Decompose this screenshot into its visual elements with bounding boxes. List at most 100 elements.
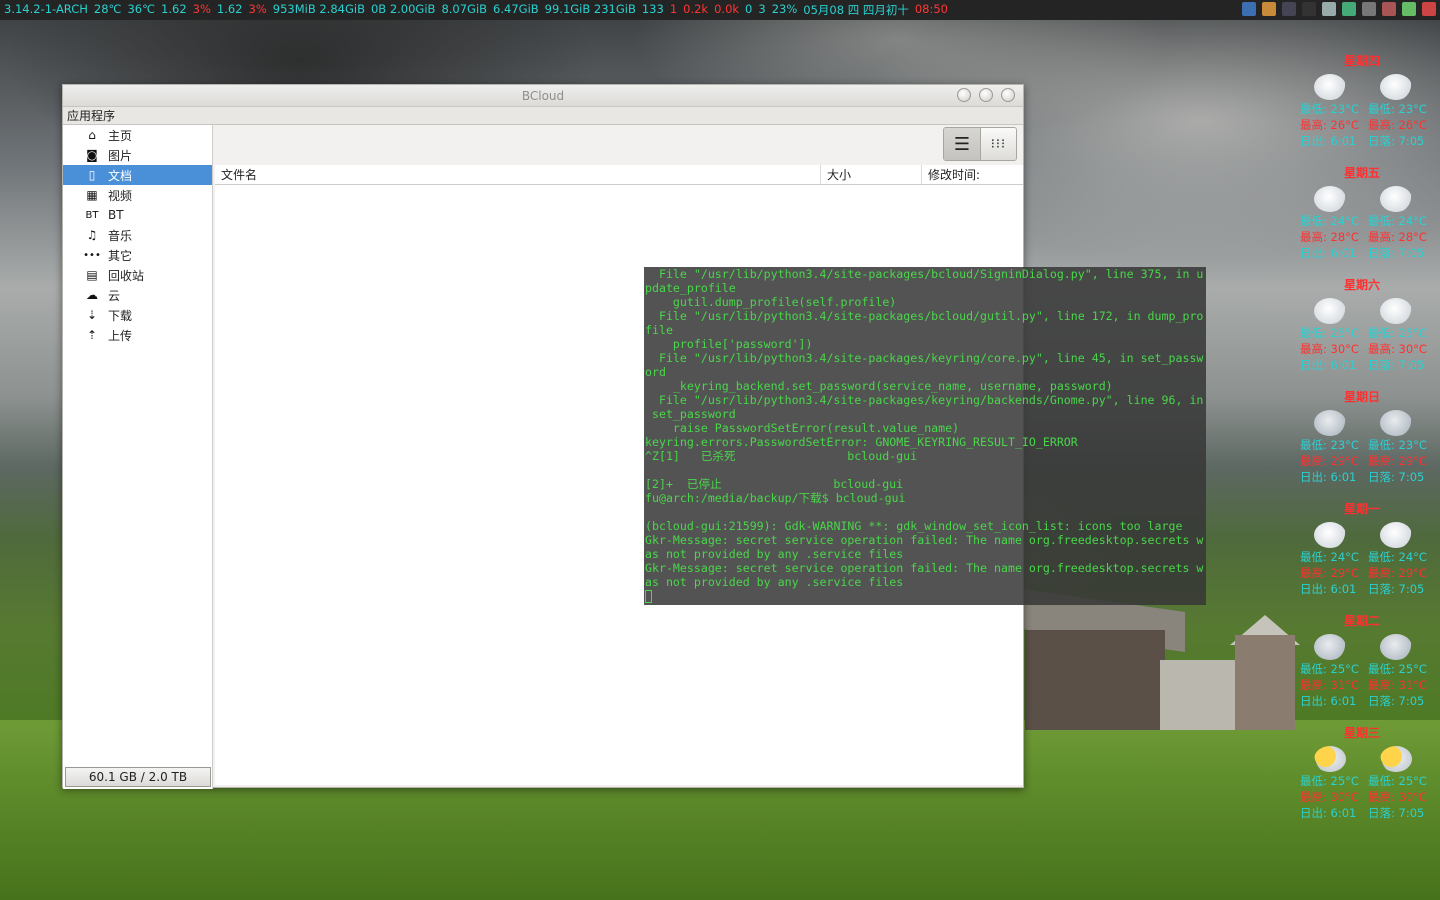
process-stat: 133 [641, 2, 664, 16]
column-name[interactable]: 文件名 [215, 165, 821, 184]
sidebar-item-cloud[interactable]: ☁ 云 [63, 285, 212, 305]
sidebar-item-upload[interactable]: ⇡ 上传 [63, 325, 212, 345]
terminal-line: keyring.errors.PasswordSetError: GNOME_K… [645, 435, 1078, 449]
tray-app-icon[interactable] [1242, 2, 1256, 16]
cloud-icon [1380, 522, 1412, 548]
grid-view-button[interactable]: ⁝⁝⁝ [980, 128, 1016, 160]
weather-sunset: 日落: 7:05 [1368, 582, 1425, 596]
terminal-line: raise PasswordSetError(result.value_name… [645, 421, 960, 435]
weather-day: 星期五 最低: 24°C 最高: 28°C 日出: 6:01 最低: 24°C 最高: 2… [1296, 164, 1436, 276]
kernel-stat: 3.14.2-1-ARCH [4, 2, 88, 16]
weather-sunrise: 日出: 6:01 [1300, 246, 1357, 260]
toolbar: ☰ ⁝⁝⁝ [215, 125, 1023, 165]
weather-sunrise: 日出: 6:01 [1300, 694, 1357, 708]
terminal-line: File "/usr/lib/python3.4/site-packages/k… [645, 393, 1204, 407]
terminal-line: file [645, 323, 673, 337]
weather-low: 最低: 25°C [1368, 662, 1427, 676]
terminal-cursor [645, 590, 652, 603]
tray-power-icon[interactable] [1422, 2, 1436, 16]
weather-sunrise: 日出: 6:01 [1300, 582, 1357, 596]
tray-recycle-icon[interactable] [1322, 2, 1336, 16]
terminal-window[interactable]: File "/usr/lib/python3.4/site-packages/b… [644, 267, 1206, 605]
cloud-icon [1314, 522, 1346, 548]
column-size[interactable]: 大小 [821, 165, 922, 184]
tray-window-icon[interactable] [1302, 2, 1316, 16]
tray-update-icon[interactable] [1402, 2, 1416, 16]
sidebar-item-home[interactable]: ⌂ 主页 [63, 125, 212, 145]
quota-indicator: 60.1 GB / 2.0 TB [65, 767, 211, 787]
data-disk-stat: 99.1GiB 231GiB [544, 2, 636, 16]
weather-sunset: 日落: 7:05 [1368, 694, 1425, 708]
top-panel: 3.14.2-1-ARCH 28℃ 36℃ 1.62 3% 1.62 3% 953MiB 2.… [0, 0, 1440, 20]
upload-speed-stat: 0.0k [714, 2, 740, 16]
weather-day-name: 星期一 [1343, 502, 1380, 516]
tray-clipboard-icon[interactable] [1382, 2, 1396, 16]
grid-icon: ⁝⁝⁝ [990, 136, 1007, 152]
weather-day-name: 星期五 [1343, 166, 1380, 180]
document-icon: ▯ [88, 168, 96, 182]
sidebar-item-label: 云 [108, 288, 121, 303]
sidebar-item-music[interactable]: ♫ 音乐 [63, 225, 212, 245]
weather-high: 最高: 29°C [1300, 454, 1359, 468]
list-icon: ☰ [953, 133, 971, 155]
tray-battery-icon[interactable] [1362, 2, 1376, 16]
thunderstorm-icon [1380, 634, 1412, 660]
weather-high: 最高: 30°C [1300, 790, 1359, 804]
home-disk-stat: 6.47GiB [493, 2, 539, 16]
sidebar-item-document[interactable]: ▯ 文档 [63, 165, 212, 185]
terminal-line: profile['password']) [645, 337, 813, 351]
weather-low: 最低: 24°C [1368, 550, 1427, 564]
column-header: 文件名 大小 修改时间: [215, 165, 1023, 185]
terminal-line: (bcloud-gui:21599): Gdk-WARNING **: gdk_… [645, 519, 1183, 533]
weather-day-name: 星期六 [1343, 278, 1380, 292]
sidebar-item-more[interactable]: ••• 其它 [63, 245, 212, 265]
tray-network-icon[interactable] [1342, 2, 1356, 16]
home-icon: ⌂ [88, 128, 96, 142]
sidebar-item-film[interactable]: ▦ 视频 [63, 185, 212, 205]
close-button[interactable] [1001, 88, 1015, 102]
camera-icon: ◙ [86, 148, 98, 162]
weather-high: 最高: 29°C [1368, 454, 1427, 468]
weather-low: 最低: 24°C [1300, 550, 1359, 564]
minimize-button[interactable] [957, 88, 971, 102]
column-modified[interactable]: 修改时间: [922, 165, 1023, 184]
window-titlebar[interactable]: BCloud [63, 85, 1023, 107]
maximize-button[interactable] [979, 88, 993, 102]
sun-thunderstorm-icon [1380, 746, 1412, 772]
sidebar-item-camera[interactable]: ◙ 图片 [63, 145, 212, 165]
sidebar-item-label: 文档 [108, 168, 133, 183]
sidebar-item-trash[interactable]: ▤ 回收站 [63, 265, 212, 285]
weather-low: 最低: 24°C [1368, 214, 1427, 228]
weather-high: 最高: 26°C [1300, 118, 1359, 132]
trash-icon: ▤ [86, 268, 98, 282]
sidebar-item-label: 上传 [108, 328, 133, 343]
terminal-line: gutil.dump_profile(self.profile) [645, 295, 897, 309]
sidebar-item-download[interactable]: ⇣ 下载 [63, 305, 212, 325]
sidebar-item-label: 视频 [108, 188, 133, 203]
weather-day: 星期日 最低: 23°C 最高: 29°C 日出: 6:01 最低: 23°C 最高: 2… [1296, 388, 1436, 500]
weather-low: 最低: 25°C [1300, 774, 1359, 788]
weather-high: 最高: 29°C [1368, 566, 1427, 580]
terminal-line: as not provided by any .service files [645, 547, 904, 561]
tray-folder-icon[interactable] [1262, 2, 1276, 16]
hdd-temp-stat: 36℃ [127, 2, 156, 16]
weather-low: 最低: 25°C [1300, 662, 1359, 676]
weather-low: 最低: 24°C [1300, 214, 1359, 228]
weather-day-name: 星期日 [1343, 390, 1380, 404]
sidebar-item-bt[interactable]: BT BT [63, 205, 212, 225]
volume-stat: 23% [771, 2, 798, 16]
applications-menu[interactable]: 应用程序 [67, 107, 115, 124]
sidebar-item-label: 图片 [108, 148, 133, 163]
cloud-icon [1380, 298, 1412, 324]
weather-day: 星期四 最低: 23°C 最高: 26°C 日出: 6:01 最低: 23°C 最高: 2… [1296, 52, 1436, 164]
terminal-line: _keyring_backend.set_password(service_na… [645, 379, 1113, 393]
tray-terminal-icon[interactable] [1282, 2, 1296, 16]
weather-low: 最低: 25°C [1368, 326, 1427, 340]
sun-thunderstorm-icon [1314, 746, 1346, 772]
weather-low: 最低: 23°C [1300, 102, 1359, 116]
weather-day: 星期二 最低: 25°C 最高: 31°C 日出: 6:01 最低: 25°C 最高: 3… [1296, 612, 1436, 724]
weather-high: 最高: 30°C [1368, 790, 1427, 804]
list-view-button[interactable]: ☰ [944, 128, 980, 160]
music-icon: ♫ [86, 228, 98, 242]
panel-text: 3% [192, 2, 211, 16]
